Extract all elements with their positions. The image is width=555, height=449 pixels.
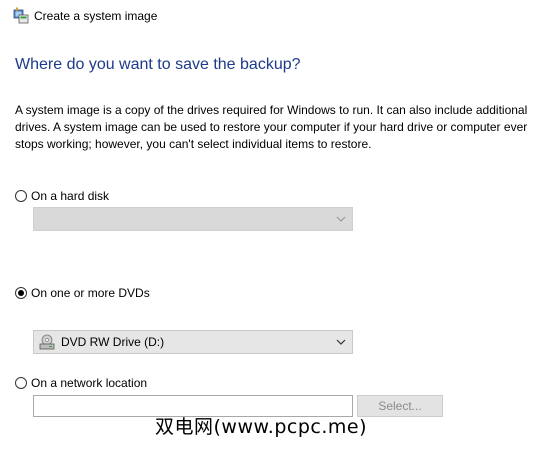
radio-dvds[interactable]: On one or more DVDs [15,286,150,300]
page-heading: Where do you want to save the backup? [15,56,301,73]
chevron-down-icon [336,339,346,345]
description-text: A system image is a copy of the drives r… [15,103,528,151]
radio-label-dvds[interactable]: On one or more DVDs [31,286,150,300]
radio-button-network[interactable] [15,377,27,389]
chevron-down-icon [336,216,346,222]
radio-label-hard-disk[interactable]: On a hard disk [31,189,109,203]
radio-button-hard-disk[interactable] [15,190,27,202]
watermark-text: 双电网(www.pcpc.me) [155,416,367,438]
dvd-drive-select[interactable]: DVD RW Drive (D:) [33,330,353,354]
select-button[interactable]: Select... [357,395,443,417]
radio-network[interactable]: On a network location [15,376,147,390]
hard-disk-select[interactable] [33,207,353,231]
radio-hard-disk[interactable]: On a hard disk [15,189,109,203]
window-title: Create a system image [34,9,158,23]
system-image-icon [13,7,29,24]
dvd-drive-select-value: DVD RW Drive (D:) [61,335,165,349]
radio-button-dvds[interactable] [15,287,27,299]
radio-label-network[interactable]: On a network location [31,376,147,390]
dvd-drive-icon [39,334,55,350]
